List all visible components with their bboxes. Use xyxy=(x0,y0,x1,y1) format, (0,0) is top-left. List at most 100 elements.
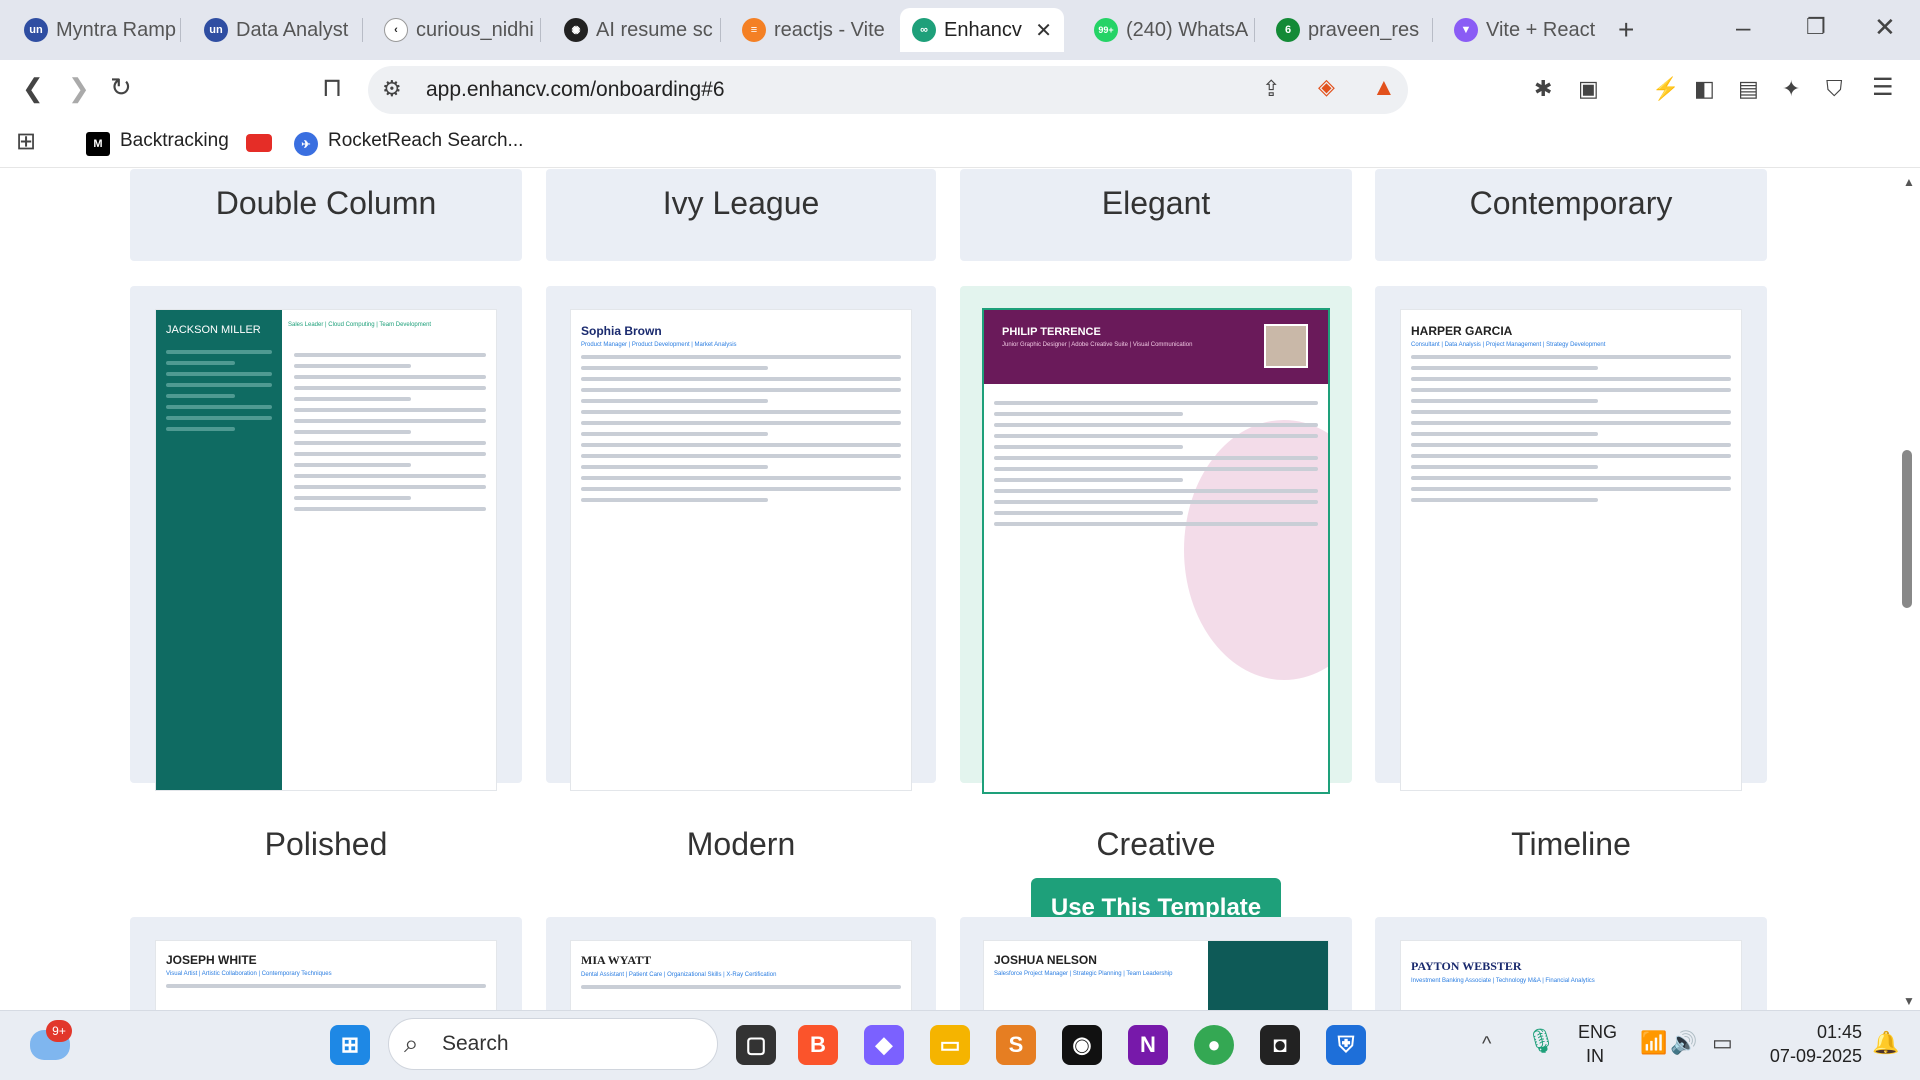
app-icon[interactable]: ◘ xyxy=(1260,1025,1300,1065)
microphone-icon[interactable]: 🎙 xyxy=(1526,1030,1556,1054)
template-card-double-column[interactable]: Double Column xyxy=(130,169,522,261)
enhancv-icon: ∞ xyxy=(912,18,936,42)
wallet-icon[interactable]: ▤ xyxy=(1738,78,1759,100)
bookmarks-bar xyxy=(0,118,1920,168)
language-indicator[interactable]: ENG xyxy=(1578,1022,1617,1043)
site-settings-icon[interactable]: ⚙ xyxy=(382,78,402,100)
template-title: Elegant xyxy=(1101,185,1211,221)
copilot-icon[interactable]: ◆ xyxy=(864,1025,904,1065)
task-view-icon[interactable]: ▢ xyxy=(736,1025,776,1065)
apps-grid-icon[interactable]: ⊞ xyxy=(16,130,36,154)
window-close-icon[interactable]: ✕ xyxy=(1874,14,1896,40)
tab-leetcode[interactable]: ‹ curious_nidhi xyxy=(372,8,544,52)
screenshot-icon[interactable]: ▣ xyxy=(1578,78,1599,100)
clock-date: 07-09-2025 xyxy=(1769,1046,1862,1066)
volume-icon[interactable]: 🔊 xyxy=(1670,1032,1697,1054)
tab-reactjs[interactable]: ≡ reactjs - Vite xyxy=(730,8,902,52)
bookmark-backtracking[interactable]: Backtracking xyxy=(120,130,229,152)
rocketreach-icon: ✈ xyxy=(294,132,318,156)
template-title: Double Column xyxy=(215,185,437,221)
leo-ai-icon[interactable]: ✦ xyxy=(1782,78,1800,100)
brave-rewards-icon[interactable]: ▲ xyxy=(1372,76,1396,100)
clock-time[interactable]: 01:45 xyxy=(1772,1022,1862,1043)
leetcode-icon: ‹ xyxy=(384,18,408,42)
url-text[interactable]: app.enhancv.com/onboarding#6 xyxy=(426,78,725,102)
scrollbar-thumb[interactable] xyxy=(1902,450,1912,608)
template-card-contemporary[interactable]: Contemporary xyxy=(1375,169,1767,261)
template-card-elegant[interactable]: Elegant xyxy=(960,169,1352,261)
speedreader-icon[interactable]: ⚡ xyxy=(1652,78,1679,100)
extensions-icon[interactable]: ✱ xyxy=(1534,78,1552,100)
tab-data-analyst[interactable]: un Data Analyst xyxy=(192,8,364,52)
battery-icon[interactable]: ▭ xyxy=(1712,1032,1733,1054)
overleaf-icon: 6 xyxy=(1276,18,1300,42)
unstop-icon: un xyxy=(24,18,48,42)
template-card-creative[interactable]: PHILIP TERRENCE Junior Graphic Designer … xyxy=(960,286,1352,792)
brave-shield-icon[interactable]: ◈ xyxy=(1318,76,1335,98)
template-title-modern: Modern xyxy=(686,826,796,862)
template-card-timeline[interactable]: HARPER GARCIA Consultant | Data Analysis… xyxy=(1375,286,1767,790)
taskbar-search-label[interactable]: Search xyxy=(442,1032,509,1056)
template-card-modern[interactable]: Sophia Brown Product Manager | Product D… xyxy=(546,286,936,790)
youtube-icon[interactable] xyxy=(246,134,272,152)
template-card-joseph-white[interactable]: JOSEPH WHITE Visual Artist | Artistic Col… xyxy=(130,917,522,1010)
chevron-up-icon[interactable]: ^ xyxy=(1482,1034,1491,1054)
back-icon[interactable]: ❮ xyxy=(22,75,44,101)
template-card-mia-wyatt[interactable]: MIA WYATT Dental Assistant | Patient Care… xyxy=(546,917,936,1010)
template-gallery: Double Column Ivy League Elegant Contemp… xyxy=(0,169,1920,1010)
tab-enhancv[interactable]: ∞ Enhancv ✕ xyxy=(900,8,1064,52)
medium-icon: M xyxy=(86,132,110,156)
whatsapp-icon: 99+ xyxy=(1094,18,1118,42)
taskbar-search[interactable] xyxy=(388,1018,718,1070)
bookmark-rocketreach[interactable]: RocketReach Search... xyxy=(328,130,523,152)
tab-vite[interactable]: ▼ Vite + React xyxy=(1442,8,1614,52)
tab-whatsapp[interactable]: 99+ (240) WhatsA xyxy=(1082,8,1254,52)
weather-badge: 9+ xyxy=(46,1020,72,1042)
template-title-timeline: Timeline xyxy=(1511,826,1631,862)
wifi-icon[interactable]: 📶 xyxy=(1640,1032,1667,1054)
forward-icon[interactable]: ❯ xyxy=(68,75,90,101)
resume-thumbnail: Sophia Brown Product Manager | Product D… xyxy=(571,310,911,790)
tab-strip: un Myntra Ramp un Data Analyst ‹ curious_ni… xyxy=(0,0,1920,60)
restore-icon[interactable]: ❐ xyxy=(1806,16,1826,38)
new-tab-icon[interactable]: + xyxy=(1618,16,1634,44)
sidebar-icon[interactable]: ◧ xyxy=(1694,78,1715,100)
github-desktop-icon[interactable]: ◉ xyxy=(1062,1025,1102,1065)
stackoverflow-icon: ≡ xyxy=(742,18,766,42)
template-title: Contemporary xyxy=(1469,185,1673,221)
vite-icon: ▼ xyxy=(1454,18,1478,42)
search-icon: ⌕ xyxy=(404,1028,419,1058)
defender-icon[interactable]: ⛨ xyxy=(1326,1025,1366,1065)
vpn-icon[interactable]: ⛉ xyxy=(1826,78,1843,100)
resume-thumbnail: HARPER GARCIA Consultant | Data Analysis… xyxy=(1401,310,1741,790)
avatar xyxy=(1264,324,1308,368)
resume-sidebar: JACKSON MILLER xyxy=(156,310,282,790)
template-card-payton-webster[interactable]: PAYTON WEBSTER Investment Banking Associa… xyxy=(1375,917,1767,1010)
onenote-icon[interactable]: N xyxy=(1128,1025,1168,1065)
sublime-text-icon[interactable]: S xyxy=(996,1025,1036,1065)
template-card-joshua-nelson[interactable]: JOSHUA NELSON Salesforce Project Manager … xyxy=(960,917,1352,1010)
tab-ai-resume[interactable]: ✺ AI resume sc xyxy=(552,8,724,52)
template-title-polished: Polished xyxy=(264,826,388,862)
tab-overleaf[interactable]: 6 praveen_res xyxy=(1264,8,1436,52)
resume-header: PHILIP TERRENCE Junior Graphic Designer … xyxy=(984,310,1328,384)
notifications-icon[interactable]: 🔔 xyxy=(1872,1032,1899,1054)
chrome-icon[interactable]: ● xyxy=(1194,1025,1234,1065)
close-icon[interactable]: ✕ xyxy=(1035,18,1052,43)
resume-thumbnail: PHILIP TERRENCE Junior Graphic Designer … xyxy=(984,310,1328,792)
reload-icon[interactable]: ↻ xyxy=(110,74,132,100)
template-card-ivy-league[interactable]: Ivy League xyxy=(546,169,936,261)
windows-start-icon[interactable]: ⊞ xyxy=(330,1025,370,1065)
tab-myntra[interactable]: un Myntra Ramp xyxy=(12,8,184,52)
unstop-icon: un xyxy=(204,18,228,42)
bookmark-icon[interactable]: ⊓ xyxy=(322,74,342,100)
menu-icon[interactable]: ☰ xyxy=(1872,76,1894,100)
template-title-creative: Creative xyxy=(1096,826,1216,862)
minimize-icon[interactable]: – xyxy=(1736,14,1750,40)
template-card-polished[interactable]: JACKSON MILLER Sales Leader | Cloud Comp… xyxy=(130,286,522,790)
file-explorer-icon[interactable]: ▭ xyxy=(930,1025,970,1065)
region-indicator: IN xyxy=(1586,1046,1604,1066)
brave-taskbar-icon[interactable]: B xyxy=(798,1025,838,1065)
openai-icon: ✺ xyxy=(564,18,588,42)
share-icon[interactable]: ⇪ xyxy=(1262,78,1280,100)
